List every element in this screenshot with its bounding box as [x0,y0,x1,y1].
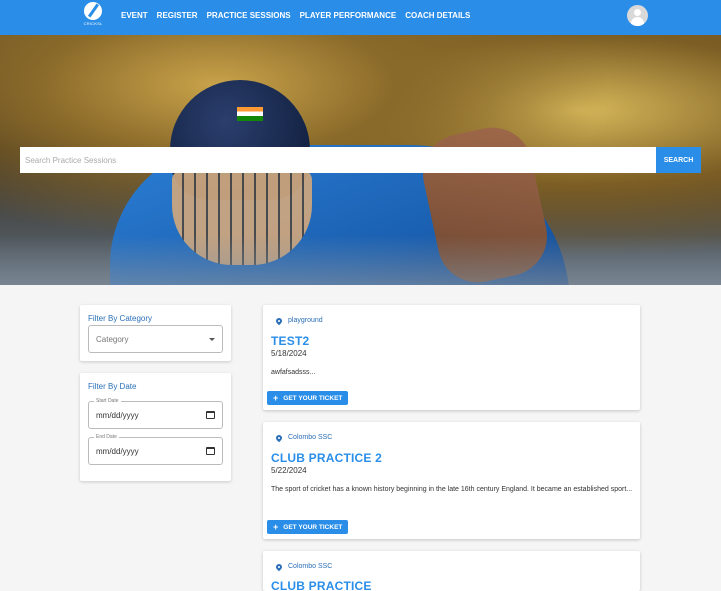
calendar-icon[interactable] [206,411,215,419]
session-description: The sport of cricket has a known history… [271,486,633,493]
session-date: 5/22/2024 [271,466,307,475]
session-card: playground TEST2 5/18/2024 awfafsadsss..… [263,305,640,410]
category-select[interactable]: Category [88,325,223,353]
session-location-text: Colombo SSC [288,563,333,570]
cricket-ball-icon [84,2,102,20]
session-location-text: Colombo SSC [288,434,333,441]
search-button[interactable]: SEARCH [656,147,701,173]
nav-link-coach-details[interactable]: COACH DETAILS [405,11,470,20]
session-title[interactable]: CLUB PRACTICE 2 [271,451,382,465]
date-filter-card: Filter By Date Start Date mm/dd/yyyy End… [80,373,231,481]
search-input[interactable] [20,147,656,173]
logo-text: CRICKSL [83,21,103,26]
date-filter-title: Filter By Date [88,382,137,391]
avatar-body [631,17,644,26]
plus-icon: + [273,393,279,403]
nav-links: EVENT REGISTER PRACTICE SESSIONS PLAYER … [121,0,470,30]
end-date-field[interactable]: End Date mm/dd/yyyy [88,434,223,465]
nav-link-practice-sessions[interactable]: PRACTICE SESSIONS [207,11,291,20]
plus-icon: + [273,522,279,532]
session-title[interactable]: TEST2 [271,334,309,348]
session-description: awfafsadsss... [271,369,316,376]
avatar-head [634,9,641,16]
category-select-value: Category [96,335,129,344]
flag-icon [237,107,263,121]
session-location: Colombo SSC [274,562,333,571]
category-filter-title: Filter By Category [88,314,153,323]
location-pin-icon [274,433,284,442]
calendar-icon[interactable] [206,447,215,455]
session-card: Colombo SSC CLUB PRACTICE [263,551,640,591]
category-filter-card: Filter By Category Category [80,305,231,361]
session-location-text: playground [288,317,323,324]
search-bar: SEARCH [20,147,701,173]
location-pin-icon [274,562,284,571]
get-ticket-button[interactable]: + GET YOUR TICKET [267,520,349,534]
app-logo[interactable]: CRICKSL [82,2,104,28]
top-nav: CRICKSL EVENT REGISTER PRACTICE SESSIONS… [0,0,721,35]
nav-link-player-performance[interactable]: PLAYER PERFORMANCE [300,11,397,20]
session-date: 5/18/2024 [271,349,307,358]
nav-link-event[interactable]: EVENT [121,11,148,20]
user-avatar-icon[interactable] [627,5,648,26]
get-ticket-button[interactable]: + GET YOUR TICKET [267,391,349,405]
end-date-label: End Date [94,434,119,440]
get-ticket-label: GET YOUR TICKET [283,394,343,402]
start-date-value: mm/dd/yyyy [96,411,139,420]
session-location: playground [274,316,323,325]
chevron-down-icon [209,338,215,341]
session-location: Colombo SSC [274,433,333,442]
hero-image-ground [0,235,721,285]
start-date-field[interactable]: Start Date mm/dd/yyyy [88,398,223,429]
session-card: Colombo SSC CLUB PRACTICE 2 5/22/2024 Th… [263,422,640,539]
start-date-label: Start Date [94,398,121,404]
session-title[interactable]: CLUB PRACTICE [271,579,372,591]
location-pin-icon [274,316,284,325]
get-ticket-label: GET YOUR TICKET [283,523,343,531]
nav-link-register[interactable]: REGISTER [157,11,198,20]
end-date-value: mm/dd/yyyy [96,447,139,456]
